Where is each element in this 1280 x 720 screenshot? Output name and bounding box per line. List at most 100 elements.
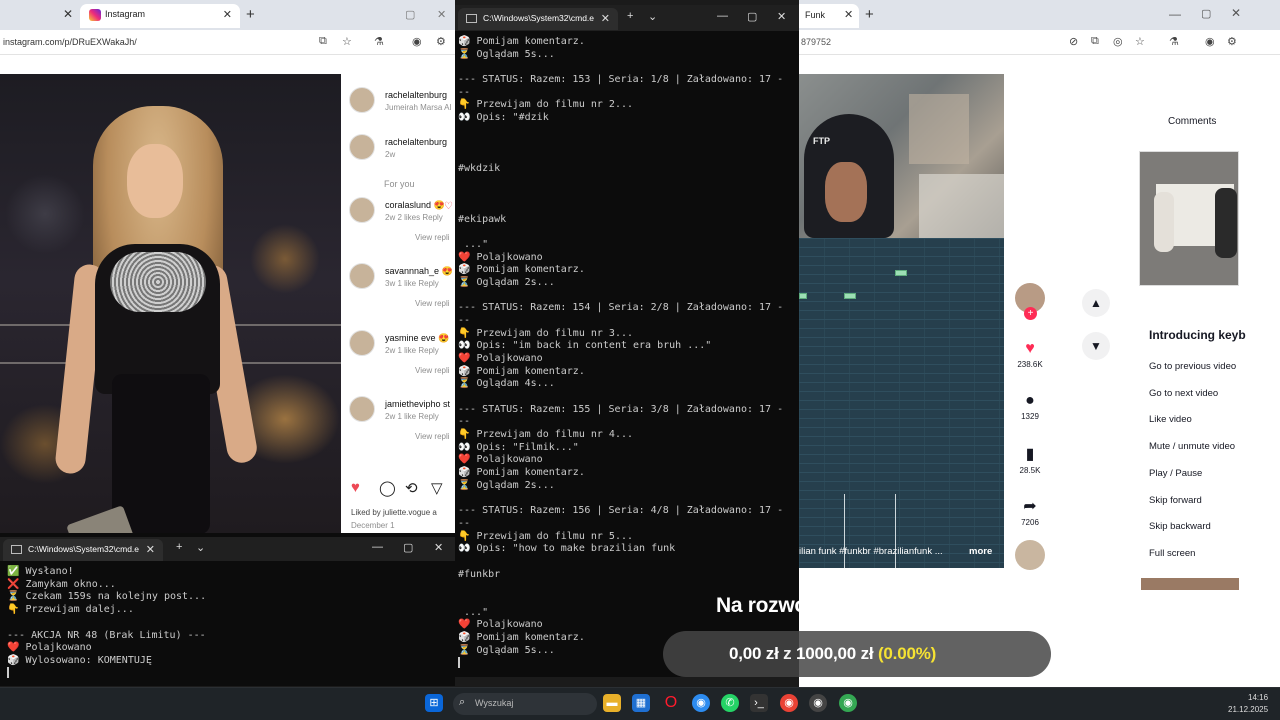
- url-text: instagram.com/p/DRuEXWakaJh/: [3, 37, 137, 47]
- repost-icon[interactable]: ⟲: [405, 479, 418, 497]
- close-tab-icon[interactable]: ✕: [844, 8, 853, 21]
- eye-off-icon[interactable]: ⊘: [1069, 35, 1078, 48]
- terminal-icon: [466, 14, 477, 23]
- close-window-icon[interactable]: ✕: [434, 541, 443, 554]
- comment-username[interactable]: savannnah_e 😍: [385, 266, 453, 277]
- follow-plus-icon[interactable]: +: [1024, 307, 1037, 320]
- post-photo[interactable]: [0, 74, 341, 533]
- extensions-icon[interactable]: ⚙: [1227, 35, 1237, 48]
- share-button[interactable]: ➦ 7206: [1014, 496, 1046, 527]
- bookmark-star-icon[interactable]: ☆: [342, 35, 352, 48]
- tiktok-tab-bar: Funk ✕ + — ▢ ✕: [799, 0, 1280, 30]
- avatar[interactable]: [349, 134, 375, 160]
- view-replies-link[interactable]: View repli: [415, 299, 450, 308]
- sort-for-you[interactable]: For you: [384, 179, 415, 189]
- close-window-icon[interactable]: ✕: [777, 10, 786, 23]
- comment-username[interactable]: jamiethevipho st: [385, 399, 450, 409]
- install-icon[interactable]: ⧉: [1091, 35, 1099, 48]
- new-tab-icon[interactable]: +: [865, 6, 874, 23]
- profile-icon[interactable]: ◉: [1205, 35, 1215, 48]
- comment-username[interactable]: rachelaltenburg: [385, 137, 447, 147]
- tab-tiktok[interactable]: Funk ✕: [799, 4, 859, 28]
- like-button[interactable]: ♥ 238.6K: [1014, 340, 1046, 369]
- system-clock[interactable]: 14:16 21.12.2025: [1228, 692, 1268, 716]
- avatar[interactable]: [349, 197, 375, 223]
- chrome-profile-icon[interactable]: ◉: [809, 694, 827, 712]
- tracking-icon[interactable]: ◎: [1113, 35, 1123, 48]
- share-count: 7206: [1021, 518, 1039, 527]
- tab-instagram[interactable]: Instagram ✕: [80, 4, 240, 28]
- profile-icon[interactable]: ◉: [412, 35, 422, 48]
- terminal-line: ⏳ Oglądam 2s...: [458, 276, 555, 288]
- related-video-thumbnail[interactable]: [1141, 578, 1239, 590]
- comment-button[interactable]: ● 1329: [1014, 392, 1046, 421]
- new-tab-icon[interactable]: +: [176, 541, 182, 553]
- save-button[interactable]: ▮ 28.5K: [1014, 444, 1046, 475]
- terminal-line: --: [458, 86, 471, 98]
- comments-tab[interactable]: Comments: [1168, 116, 1216, 127]
- view-replies-link[interactable]: View repli: [415, 233, 450, 242]
- start-windows-icon[interactable]: ⊞: [425, 694, 443, 712]
- maximize-icon[interactable]: ▢: [403, 541, 413, 554]
- like-heart-icon[interactable]: ♥: [351, 479, 360, 496]
- bookmark-star-icon[interactable]: ☆: [1135, 35, 1145, 48]
- chevron-down-icon[interactable]: ⌄: [196, 541, 205, 554]
- music-disc-icon[interactable]: [1015, 540, 1045, 570]
- view-replies-link[interactable]: View repli: [415, 432, 450, 441]
- labs-icon[interactable]: ⚗: [1169, 35, 1179, 48]
- address-bar[interactable]: 879752 ⊘ ⧉ ◎ ☆ ⚗ ◉ ⚙: [799, 30, 1280, 55]
- comment-username[interactable]: yasmine eve 😍: [385, 333, 449, 344]
- minimize-icon[interactable]: —: [372, 541, 383, 553]
- chrome-icon[interactable]: ◉: [780, 694, 798, 712]
- new-tab-icon[interactable]: +: [246, 6, 255, 23]
- install-icon[interactable]: ⧉: [319, 35, 327, 48]
- extensions-icon[interactable]: ⚙: [436, 35, 446, 48]
- close-tab-icon[interactable]: ✕: [601, 12, 610, 25]
- avatar[interactable]: [349, 263, 375, 289]
- chrome-icon[interactable]: ◉: [692, 694, 710, 712]
- new-tab-icon[interactable]: +: [627, 10, 633, 22]
- terminal-line: 🎲 Pomijam komentarz.: [458, 264, 585, 276]
- comment-location: Jumeirah Marsa Al: [385, 103, 452, 112]
- minimize-icon[interactable]: —: [717, 10, 728, 22]
- more-link[interactable]: more: [969, 546, 992, 557]
- view-replies-link[interactable]: View repli: [415, 366, 450, 375]
- text-cursor: [458, 657, 460, 668]
- file-explorer-icon[interactable]: ▬: [603, 694, 621, 712]
- tab-cmd[interactable]: C:\Windows\System32\cmd.e ✕: [3, 539, 163, 561]
- terminal-line: ⏳ Oglądam 2s...: [458, 479, 555, 491]
- maximize-icon[interactable]: ▢: [1201, 7, 1211, 20]
- avatar[interactable]: [349, 330, 375, 356]
- close-window-icon[interactable]: ✕: [437, 8, 446, 21]
- close-tab-icon[interactable]: ✕: [146, 543, 155, 556]
- whatsapp-icon[interactable]: ✆: [721, 694, 739, 712]
- close-tab-icon[interactable]: ✕: [63, 7, 73, 21]
- store-icon[interactable]: ▦: [632, 694, 650, 712]
- previous-video-button[interactable]: ▲: [1082, 289, 1110, 317]
- close-window-icon[interactable]: ✕: [1231, 6, 1241, 20]
- cmd-title-bar: C:\Windows\System32\cmd.e ✕ + ⌄ — ▢ ✕: [0, 537, 455, 561]
- comment-username[interactable]: rachelaltenburg: [385, 90, 447, 100]
- related-video-thumbnail[interactable]: [1139, 151, 1239, 286]
- chrome-icon[interactable]: ◉: [839, 694, 857, 712]
- address-bar[interactable]: instagram.com/p/DRuEXWakaJh/ ⧉ ☆ ⚗ ◉ ⚙: [0, 30, 455, 55]
- maximize-icon[interactable]: ▢: [747, 10, 757, 23]
- comment-username[interactable]: coralaslund 😍: [385, 200, 445, 211]
- liked-by-text[interactable]: Liked by juliette.vogue a: [351, 508, 437, 517]
- minimize-icon[interactable]: ▢: [405, 8, 415, 21]
- heart-icon[interactable]: ♡: [444, 201, 453, 212]
- opera-icon[interactable]: O: [662, 694, 680, 712]
- comment-icon[interactable]: ◯: [379, 479, 396, 497]
- taskbar-search[interactable]: ⌕ Wyszukaj: [453, 693, 597, 715]
- avatar[interactable]: [349, 396, 375, 422]
- terminal-icon[interactable]: ›_: [750, 694, 768, 712]
- close-tab-icon[interactable]: ✕: [223, 8, 232, 21]
- avatar[interactable]: [349, 87, 375, 113]
- next-video-button[interactable]: ▼: [1082, 332, 1110, 360]
- minimize-icon[interactable]: —: [1169, 7, 1181, 21]
- chevron-down-icon[interactable]: ⌄: [648, 10, 657, 23]
- shortcut-item: Full screen: [1149, 547, 1196, 559]
- labs-icon[interactable]: ⚗: [374, 35, 384, 48]
- tab-cmd[interactable]: C:\Windows\System32\cmd.e ✕: [458, 8, 618, 30]
- share-icon[interactable]: ▽: [431, 479, 443, 497]
